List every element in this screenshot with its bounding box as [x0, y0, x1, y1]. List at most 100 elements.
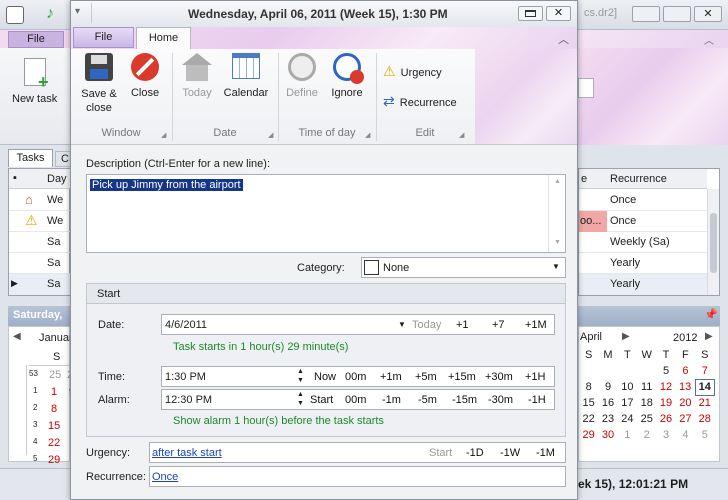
- calendar-day[interactable]: 30: [598, 427, 617, 443]
- alarm-minus5m-button[interactable]: -5m: [418, 394, 437, 406]
- time-plus15m-button[interactable]: +15m: [448, 371, 476, 383]
- alarm-field[interactable]: 12:30 PM ▲ ▼ Start 00m -1m -5m -15m -30m …: [161, 389, 555, 410]
- alarm-minus1m-button[interactable]: -1m: [382, 394, 401, 406]
- calendar-day[interactable]: 26: [656, 411, 675, 427]
- calendar-day[interactable]: 5: [695, 427, 714, 443]
- today-button[interactable]: Today: [177, 53, 217, 99]
- alarm-minus30m-button[interactable]: -30m: [488, 394, 513, 406]
- table-row[interactable]: Sa: [9, 232, 71, 253]
- table-row[interactable]: Yearly: [579, 253, 707, 274]
- dialog-close-button[interactable]: ✕: [546, 6, 571, 21]
- description-textarea[interactable]: Pick up Jimmy from the airport ▲ ▼: [86, 174, 566, 253]
- category-select[interactable]: None ▼: [361, 257, 566, 278]
- calendar-day-today[interactable]: 14: [694, 378, 716, 396]
- urgency-start-button[interactable]: Start: [429, 447, 452, 459]
- calendar-day[interactable]: 17: [618, 395, 637, 411]
- new-task-button[interactable]: New task: [12, 93, 57, 105]
- table-row[interactable]: Sa: [9, 253, 71, 274]
- calendar-day[interactable]: 7: [695, 363, 714, 379]
- scrollbar-thumb[interactable]: [710, 213, 717, 273]
- scroll-down-icon[interactable]: ▼: [554, 239, 561, 246]
- next-month-icon[interactable]: ▶: [622, 331, 630, 342]
- calendar-day[interactable]: 23: [598, 411, 617, 427]
- urgency-button[interactable]: ⚠ Urgency: [383, 63, 442, 80]
- calendar-day[interactable]: 8: [51, 403, 57, 415]
- bg-minimize-button[interactable]: [632, 6, 660, 22]
- urgency-minus1m-button[interactable]: -1M: [536, 447, 555, 459]
- bg-maximize-button[interactable]: [663, 6, 691, 22]
- bg-close-button[interactable]: ✕: [694, 6, 722, 22]
- time-plus1h-button[interactable]: +1H: [525, 371, 546, 383]
- quick-access-menu-icon[interactable]: ▾: [75, 6, 80, 17]
- date-plus1-button[interactable]: +1: [456, 319, 469, 331]
- calendar-day[interactable]: 1: [51, 386, 57, 398]
- bg-collapse-icon[interactable]: ︿: [704, 32, 714, 47]
- calendar-day[interactable]: 21: [695, 395, 714, 411]
- define-button[interactable]: Define: [283, 53, 321, 99]
- table-row[interactable]: Yearly: [579, 274, 707, 295]
- bg-file-tab[interactable]: File: [8, 31, 64, 48]
- calendar-day[interactable]: 24: [618, 411, 637, 427]
- calendar-day[interactable]: 5: [656, 363, 675, 379]
- time-00m-button[interactable]: 00m: [345, 371, 366, 383]
- calendar-day[interactable]: 10: [618, 379, 637, 395]
- calendar-day[interactable]: 6: [676, 363, 695, 379]
- calendar-day[interactable]: 11: [637, 379, 656, 395]
- scroll-up-icon[interactable]: ▲: [554, 178, 561, 185]
- app-clock-icon[interactable]: [6, 6, 24, 24]
- recurrence-button[interactable]: ⇄ Recurrence: [383, 93, 457, 110]
- table-row[interactable]: ⌂ We: [9, 190, 71, 211]
- calendar-day[interactable]: 4: [676, 427, 695, 443]
- table-row[interactable]: Once: [579, 190, 707, 211]
- date-dropdown-icon[interactable]: ▼: [398, 320, 406, 329]
- calendar-day[interactable]: 20: [676, 395, 695, 411]
- calendar-day[interactable]: [637, 363, 656, 379]
- tab-home[interactable]: Home: [136, 27, 191, 50]
- alarm-00m-button[interactable]: 00m: [345, 394, 366, 406]
- pin-icon[interactable]: 📌: [704, 308, 718, 321]
- calendar-day[interactable]: 29: [48, 454, 60, 466]
- group-expand-icon[interactable]: ◢: [459, 131, 464, 139]
- urgency-link[interactable]: after task start: [152, 447, 222, 459]
- date-today-button[interactable]: Today: [412, 319, 441, 331]
- textarea-scrollbar[interactable]: ▲ ▼: [548, 175, 565, 252]
- group-expand-icon[interactable]: ◢: [365, 131, 370, 139]
- time-spinner-icon[interactable]: ▲ ▼: [297, 367, 304, 385]
- bg-search-field[interactable]: [578, 78, 594, 98]
- calendar-day[interactable]: 25: [49, 369, 61, 381]
- time-now-button[interactable]: Now: [314, 371, 336, 383]
- calendar-day[interactable]: 1: [618, 427, 637, 443]
- next-year-icon[interactable]: ▶: [705, 331, 713, 342]
- table-row[interactable]: Weekly (Sa): [579, 232, 707, 253]
- ignore-button[interactable]: Ignore: [327, 53, 367, 99]
- calendar-day[interactable]: 29: [579, 427, 598, 443]
- calendar-day[interactable]: 9: [598, 379, 617, 395]
- calendar-day[interactable]: [598, 363, 617, 379]
- alarm-minus1h-button[interactable]: -1H: [528, 394, 546, 406]
- table-row[interactable]: oo... Once: [579, 211, 707, 232]
- calendar-day[interactable]: 18: [637, 395, 656, 411]
- time-plus5m-button[interactable]: +5m: [415, 371, 437, 383]
- calendar-day[interactable]: [618, 363, 637, 379]
- time-plus30m-button[interactable]: +30m: [485, 371, 513, 383]
- calendar-day[interactable]: 3: [656, 427, 675, 443]
- calendar-day[interactable]: 8: [579, 379, 598, 395]
- calendar-day[interactable]: [579, 363, 598, 379]
- alarm-start-button[interactable]: Start: [310, 394, 333, 406]
- tab-tasks[interactable]: Tasks: [8, 149, 53, 167]
- calendar-day[interactable]: 27: [676, 411, 695, 427]
- prev-month-icon[interactable]: ◀: [13, 331, 21, 342]
- date-plus1m-button[interactable]: +1M: [525, 319, 547, 331]
- calendar-day[interactable]: 19: [656, 395, 675, 411]
- scrollbar[interactable]: [707, 189, 719, 295]
- dialog-maximize-button[interactable]: [518, 6, 543, 21]
- table-row[interactable]: ⚠ We: [9, 211, 71, 232]
- urgency-minus1d-button[interactable]: -1D: [466, 447, 484, 459]
- header-checkbox[interactable]: ▪: [13, 172, 17, 184]
- alarm-spinner-icon[interactable]: ▲ ▼: [297, 390, 304, 408]
- calendar-day[interactable]: 2: [637, 427, 656, 443]
- table-row[interactable]: ▶ Sa: [9, 274, 71, 295]
- recurrence-field[interactable]: Once: [149, 466, 566, 487]
- calendar-day[interactable]: 16: [598, 395, 617, 411]
- calendar-day[interactable]: 12: [656, 379, 675, 395]
